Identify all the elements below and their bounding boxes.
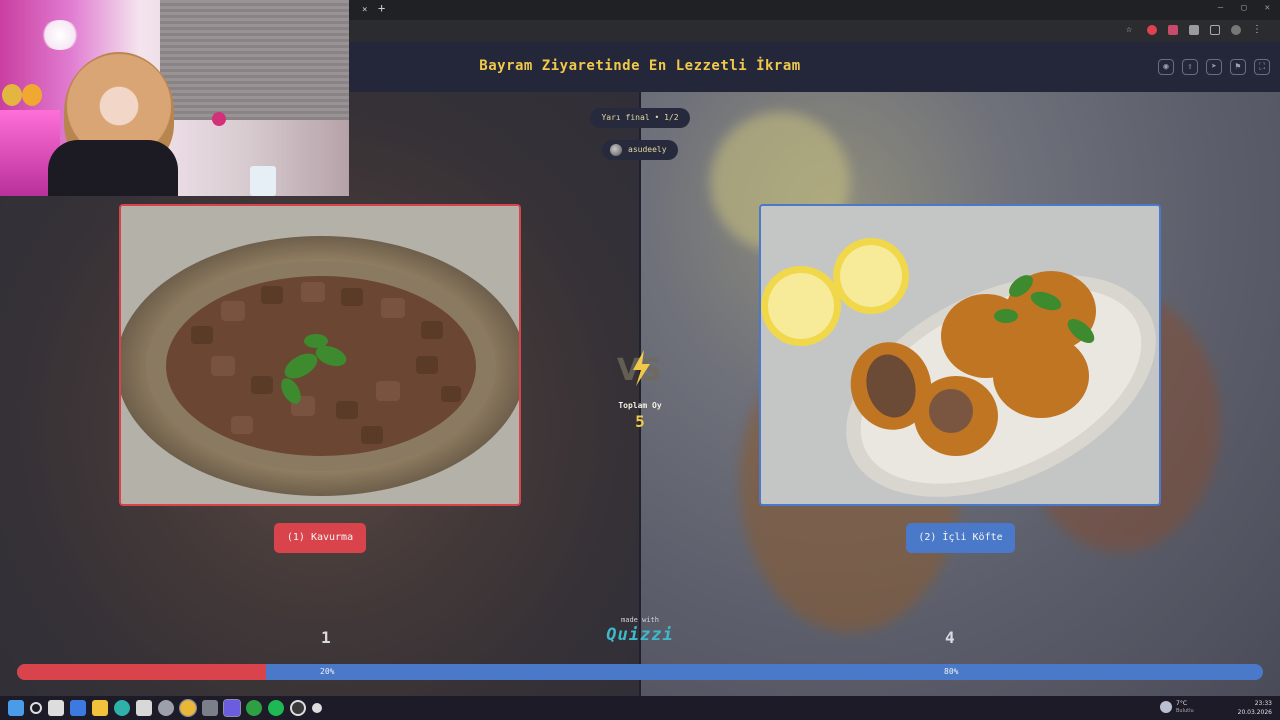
weather-temp: 7°C [1176, 700, 1188, 707]
fullscreen-icon[interactable]: ⛶ [1254, 59, 1270, 75]
total-votes-label: Toplam Oy [618, 401, 662, 410]
option-1-button[interactable]: (1) Kavurma [274, 523, 366, 553]
streamer-body [48, 140, 178, 196]
task-view-icon[interactable] [48, 700, 64, 716]
option-2-vote-count: 4 [945, 628, 955, 647]
extension-red-icon[interactable] [1147, 25, 1157, 35]
option-1-share-fill [17, 664, 267, 680]
kavurma-photo [121, 206, 519, 504]
camera-icon[interactable] [202, 700, 218, 716]
total-votes-value: 5 [635, 412, 645, 431]
edge-icon[interactable] [114, 700, 130, 716]
option-2-image[interactable] [759, 204, 1161, 506]
menu-dots-icon[interactable]: ⋮ [1252, 25, 1262, 35]
extension-pink-icon[interactable] [1168, 25, 1178, 35]
round-badge: Yarı final • 1/2 [590, 108, 690, 128]
weather-condition: Bulutlu [1176, 708, 1194, 714]
eye-icon[interactable]: ◉ [1158, 59, 1174, 75]
minimize-button[interactable]: — [1218, 3, 1223, 13]
avatar [610, 144, 622, 156]
store-icon[interactable] [136, 700, 152, 716]
new-tab-button[interactable]: + [378, 1, 385, 15]
flag-icon[interactable]: ⚑ [1230, 59, 1246, 75]
browser-toolbar-icons: ☆ ⋮ [1126, 25, 1262, 35]
option-1-image[interactable] [119, 204, 521, 506]
window-blinds [160, 0, 349, 120]
send-icon[interactable]: ➤ [1206, 59, 1222, 75]
weather-widget[interactable]: 7°C Bulutlu [1160, 699, 1200, 717]
clock-time: 23:33 [1254, 700, 1272, 707]
bookmark-star-icon[interactable]: ☆ [1126, 25, 1136, 35]
search-icon[interactable] [30, 702, 42, 714]
share-icon[interactable]: ⇪ [1182, 59, 1198, 75]
plush-toy [22, 84, 42, 106]
tab-close-icon[interactable]: × [362, 2, 367, 18]
username: asudeely [628, 145, 667, 154]
window-controls: — ▢ ✕ [1218, 3, 1270, 13]
chrome-icon[interactable] [179, 699, 197, 717]
versus-icon: VS [617, 350, 662, 388]
system-clock[interactable]: 23:33 20.03.2026 [1238, 699, 1272, 717]
brand-logo[interactable]: Quizzi [600, 625, 680, 645]
extension-gray-icon[interactable] [1189, 25, 1199, 35]
cloud-icon [1160, 701, 1172, 713]
svg-text:VS: VS [617, 353, 662, 388]
option-1-vote-count: 1 [321, 628, 331, 647]
option-2-button[interactable]: (2) İçli Köfte [906, 523, 1015, 553]
option-2-percent: 80% [944, 667, 959, 676]
webcam-overlay [0, 0, 349, 196]
header-actions: ◉ ⇪ ➤ ⚑ ⛶ [1158, 59, 1270, 75]
settings-gear-icon[interactable] [158, 700, 174, 716]
extensions-puzzle-icon[interactable] [1210, 25, 1220, 35]
made-with-label: made with [621, 616, 659, 624]
file-explorer-icon[interactable] [92, 700, 108, 716]
vote-share-bar: 20% 80% [17, 664, 1263, 680]
mug [250, 166, 276, 196]
profile-avatar-icon[interactable] [1231, 25, 1241, 35]
user-badge[interactable]: asudeely [602, 140, 678, 160]
clock-date: 20.03.2026 [1237, 709, 1272, 716]
discord-icon[interactable] [223, 699, 241, 717]
steam-icon[interactable] [312, 703, 322, 713]
center-divider [639, 92, 641, 696]
obs-icon[interactable] [290, 700, 306, 716]
widgets-icon[interactable] [70, 700, 86, 716]
icli-kofte-photo [761, 206, 1159, 504]
spotify-icon[interactable] [268, 700, 284, 716]
maximize-button[interactable]: ▢ [1241, 3, 1246, 13]
ring-light [40, 20, 80, 50]
taskbar-apps [8, 699, 322, 717]
close-window-button[interactable]: ✕ [1265, 3, 1270, 13]
pink-ornament [212, 112, 226, 126]
plush-toy [2, 84, 22, 106]
xbox-icon[interactable] [246, 700, 262, 716]
windows-start-icon[interactable] [8, 700, 24, 716]
taskbar: 7°C Bulutlu 23:33 20.03.2026 [0, 696, 1280, 720]
option-1-percent: 20% [320, 667, 335, 676]
